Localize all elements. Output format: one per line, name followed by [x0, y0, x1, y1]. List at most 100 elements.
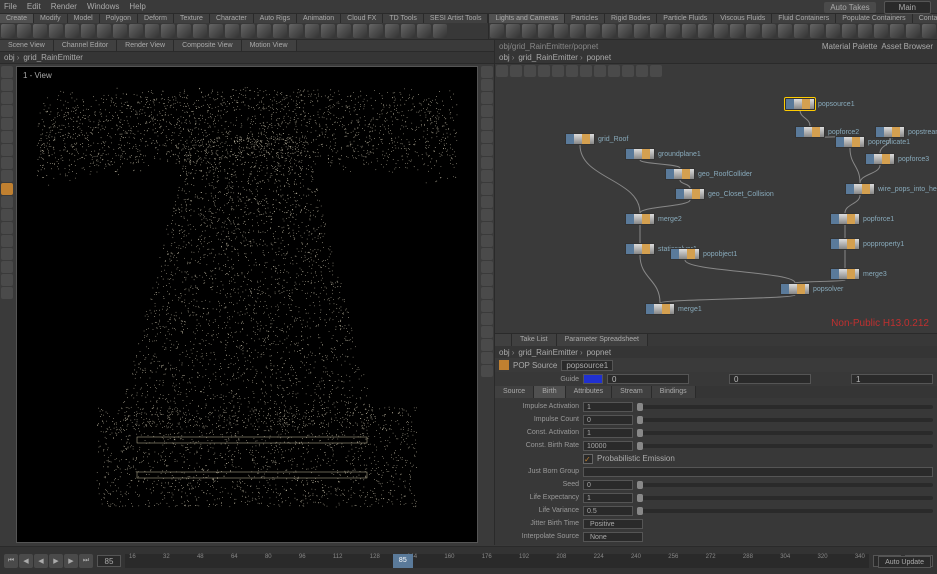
shelf-tool-icon[interactable] — [401, 24, 415, 38]
shelf-tool-icon[interactable] — [433, 24, 447, 38]
viewport-tool-icon[interactable] — [1, 183, 13, 195]
network-tool-icon[interactable] — [594, 65, 606, 77]
viewport-option-icon[interactable] — [481, 326, 493, 338]
viewport-option-icon[interactable] — [481, 79, 493, 91]
current-frame-field[interactable]: 85 — [97, 555, 121, 567]
timeline-track[interactable]: 1632486480961121281441601761922082242402… — [125, 554, 869, 568]
param-subtab[interactable]: Birth — [534, 386, 565, 398]
take-dropdown[interactable]: Main — [884, 1, 931, 14]
shelf-tool-icon[interactable] — [65, 24, 79, 38]
param-value-field[interactable] — [583, 467, 933, 477]
network-tool-icon[interactable] — [636, 65, 648, 77]
ppath-obj[interactable]: obj — [499, 348, 510, 357]
viewport-tool-icon[interactable] — [1, 157, 13, 169]
shelf-tool-icon[interactable] — [570, 24, 584, 38]
shelf-tab[interactable]: Model — [68, 14, 100, 23]
ppath-emitter[interactable]: grid_RainEmitter — [518, 348, 578, 357]
netpath-emitter[interactable]: grid_RainEmitter — [518, 53, 578, 62]
shelf-tool-icon[interactable] — [890, 24, 904, 38]
shelf-tab[interactable]: Auto Rigs — [254, 14, 297, 23]
shelf-tool-icon[interactable] — [874, 24, 888, 38]
view-tab[interactable]: Composite View — [174, 40, 241, 51]
shelf-tool-icon[interactable] — [618, 24, 632, 38]
viewport-option-icon[interactable] — [481, 118, 493, 130]
shelf-tool-icon[interactable] — [922, 24, 936, 38]
network-tool-icon[interactable] — [580, 65, 592, 77]
shelf-tool-icon[interactable] — [522, 24, 536, 38]
viewport-option-icon[interactable] — [481, 287, 493, 299]
shelf-tool-icon[interactable] — [490, 24, 504, 38]
shelf-tab[interactable]: Rigid Bodies — [605, 14, 657, 23]
network-node[interactable]: merge2 — [625, 213, 682, 225]
viewport-option-icon[interactable] — [481, 248, 493, 260]
shelf-tab[interactable]: Texture — [174, 14, 210, 23]
network-node[interactable]: groundplane1 — [625, 148, 701, 160]
shelf-tab[interactable]: Deform — [138, 14, 174, 23]
param-value-field[interactable]: 0.5 — [583, 506, 633, 516]
param-checkbox[interactable] — [583, 454, 593, 464]
viewport-option-icon[interactable] — [481, 170, 493, 182]
shelf-tool-icon[interactable] — [321, 24, 335, 38]
network-tool-icon[interactable] — [524, 65, 536, 77]
network-tool-icon[interactable] — [608, 65, 620, 77]
viewport-tool-icon[interactable] — [1, 196, 13, 208]
param-tab[interactable]: Parameter Spreadsheet — [557, 334, 648, 346]
network-node[interactable]: merge1 — [645, 303, 702, 315]
shelf-tool-icon[interactable] — [353, 24, 367, 38]
shelf-tool-icon[interactable] — [554, 24, 568, 38]
viewport-option-icon[interactable] — [481, 157, 493, 169]
timeline-cursor[interactable]: 85 — [393, 554, 413, 568]
shelf-tab[interactable]: TD Tools — [383, 14, 424, 23]
shelf-tab[interactable]: Fluid Containers — [772, 14, 836, 23]
shelf-tool-icon[interactable] — [337, 24, 351, 38]
shelf-tool-icon[interactable] — [385, 24, 399, 38]
shelf-tool-icon[interactable] — [778, 24, 792, 38]
shelf-tool-icon[interactable] — [145, 24, 159, 38]
guide-g[interactable]: 0 — [729, 374, 811, 384]
guide-b[interactable]: 1 — [851, 374, 933, 384]
netpath-obj[interactable]: obj — [499, 53, 510, 62]
viewport-option-icon[interactable] — [481, 144, 493, 156]
param-dropdown[interactable]: Positive — [583, 519, 643, 529]
shelf-tool-icon[interactable] — [810, 24, 824, 38]
param-value-field[interactable]: 10000 — [583, 441, 633, 451]
viewport-option-icon[interactable] — [481, 66, 493, 78]
shelf-tool-icon[interactable] — [698, 24, 712, 38]
param-value-field[interactable]: 1 — [583, 402, 633, 412]
shelf-tool-icon[interactable] — [730, 24, 744, 38]
shelf-tool-icon[interactable] — [97, 24, 111, 38]
network-node[interactable]: popforce3 — [865, 153, 929, 165]
shelf-tab[interactable]: Polygon — [100, 14, 138, 23]
network-tool-icon[interactable] — [538, 65, 550, 77]
viewport-option-icon[interactable] — [481, 274, 493, 286]
shelf-tool-icon[interactable] — [273, 24, 287, 38]
shelf-tool-icon[interactable] — [17, 24, 31, 38]
viewport-option-icon[interactable] — [481, 209, 493, 221]
shelf-tool-icon[interactable] — [129, 24, 143, 38]
network-node[interactable]: popproperty1 — [830, 238, 904, 250]
shelf-tab[interactable]: SESI Artist Tools — [424, 14, 489, 23]
shelf-tool-icon[interactable] — [1, 24, 15, 38]
shelf-tool-icon[interactable] — [81, 24, 95, 38]
shelf-tab[interactable]: Modify — [34, 14, 68, 23]
shelf-tool-icon[interactable] — [506, 24, 520, 38]
param-value-field[interactable]: 1 — [583, 428, 633, 438]
shelf-tool-icon[interactable] — [794, 24, 808, 38]
shelf-tool-icon[interactable] — [714, 24, 728, 38]
goto-start-button[interactable]: ⏮ — [4, 554, 18, 568]
viewport-option-icon[interactable] — [481, 352, 493, 364]
shelf-tool-icon[interactable] — [209, 24, 223, 38]
shelf-tool-icon[interactable] — [682, 24, 696, 38]
shelf-tool-icon[interactable] — [289, 24, 303, 38]
param-slider[interactable] — [637, 444, 933, 448]
viewport-option-icon[interactable] — [481, 235, 493, 247]
network-node[interactable]: popobject1 — [670, 248, 737, 260]
shelf-tab[interactable]: Lights and Cameras — [489, 14, 565, 23]
shelf-tool-icon[interactable] — [161, 24, 175, 38]
network-node[interactable]: popstream1 — [875, 126, 937, 138]
param-slider[interactable] — [637, 431, 933, 435]
param-value-field[interactable]: 1 — [583, 493, 633, 503]
shelf-tab[interactable]: Create — [0, 14, 34, 23]
param-value-field[interactable]: 0 — [583, 415, 633, 425]
viewport-tool-icon[interactable] — [1, 209, 13, 221]
